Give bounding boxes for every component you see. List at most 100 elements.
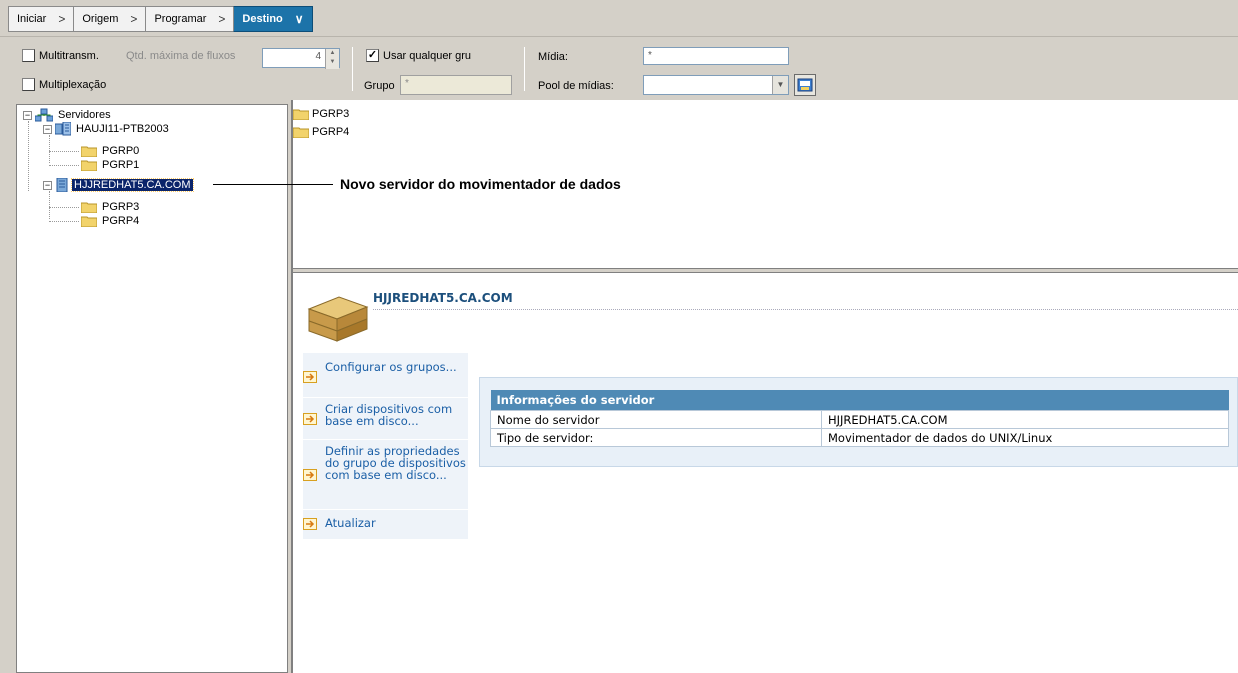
task-refresh[interactable]: Atualizar: [303, 517, 468, 531]
server-title: HJJREDHAT5.CA.COM: [373, 291, 513, 305]
server-info-box: Informações do servidor Nome do servidor…: [479, 377, 1238, 467]
tree-connector: [49, 151, 79, 152]
folder-icon: [81, 146, 97, 157]
any-group-checkbox[interactable]: ✓ Usar qualquer gru: [366, 49, 471, 62]
table-row: Nome do servidor HJJREDHAT5.CA.COM: [490, 410, 1229, 429]
tree-connector: [49, 135, 50, 163]
tree-label: PGRP3: [102, 201, 140, 213]
destination-options: Multitransm. Qtd. máxima de fluxos 4 ▲ ▼ …: [0, 36, 1238, 100]
multitransm-label: Multitransm.: [39, 49, 99, 62]
collapse-icon[interactable]: −: [43, 124, 52, 134]
tree-node-pgrp1[interactable]: PGRP1: [81, 158, 141, 172]
task-separator: [303, 509, 468, 510]
callout-line: [213, 184, 333, 185]
media-input[interactable]: *: [643, 47, 789, 65]
task-label: Configurar os grupos...: [325, 360, 457, 374]
tree-label: HAUJI11-PTB2003: [76, 123, 169, 135]
checkbox-box: ✓: [366, 49, 379, 62]
max-streams-spinner[interactable]: 4 ▲ ▼: [262, 48, 340, 69]
step-iniciar[interactable]: Iniciar >: [8, 6, 74, 32]
media-pool-icon: [797, 78, 813, 92]
task-define-group-properties[interactable]: Definir as propriedades do grupo de disp…: [303, 445, 468, 505]
tree-label: Servidores: [58, 109, 111, 121]
step-label: Iniciar: [17, 13, 47, 25]
tree-label: PGRP4: [102, 215, 140, 227]
group-value: *: [405, 78, 409, 89]
folder-icon: [81, 216, 97, 227]
step-origem[interactable]: Origem >: [73, 6, 146, 32]
info-header: Informações do servidor: [490, 390, 1229, 411]
step-label: Programar: [154, 13, 207, 25]
tree-node-pgrp3[interactable]: PGRP3: [81, 200, 141, 214]
table-row: Tipo de servidor: Movimentador de dados …: [490, 428, 1229, 447]
list-item-label: PGRP3: [312, 108, 350, 120]
arrow-right-icon: [303, 445, 321, 505]
row-label: Nome do servidor: [490, 410, 822, 429]
folder-icon: [293, 127, 309, 138]
title-underline: [373, 309, 1238, 310]
step-destino[interactable]: Destino ∨: [233, 6, 313, 32]
chevron-right-icon: >: [218, 12, 226, 26]
group-field[interactable]: *: [400, 75, 512, 95]
max-streams-value: 4: [315, 51, 321, 62]
chevron-right-icon: >: [130, 12, 138, 26]
server-icon: [56, 178, 68, 192]
tree-connector: [28, 121, 29, 191]
media-pool-browse-button[interactable]: [794, 74, 816, 96]
step-programar[interactable]: Programar >: [145, 6, 234, 32]
checkbox-box: [22, 78, 35, 91]
list-item[interactable]: PGRP4: [293, 125, 349, 139]
tree-node-pgrp4[interactable]: PGRP4: [81, 214, 141, 228]
tree-node-servers[interactable]: − Servidores: [23, 108, 113, 122]
tree-node-pgrp0[interactable]: PGRP0: [81, 144, 141, 158]
task-configure-groups[interactable]: Configurar os grupos...: [303, 361, 468, 393]
arrow-right-icon: [303, 403, 321, 435]
tree-connector: [49, 165, 79, 166]
tree-node-server-hauji[interactable]: − HAUJI11-PTB2003: [43, 122, 171, 136]
backup-manager-window: Iniciar > Origem > Programar > Destino ∨ Mul…: [0, 0, 1238, 673]
media-label: Mídia:: [538, 51, 568, 63]
tree-connector: [49, 207, 79, 208]
multiplex-checkbox[interactable]: Multiplexação: [22, 78, 106, 91]
list-item-label: PGRP4: [312, 126, 350, 138]
tree-label: PGRP0: [102, 145, 140, 157]
row-label: Tipo de servidor:: [490, 428, 822, 447]
server-info-table: Informações do servidor Nome do servidor…: [490, 390, 1229, 447]
list-item[interactable]: PGRP3: [293, 107, 349, 121]
server-group-icon: [55, 122, 71, 136]
tree-label: PGRP1: [102, 159, 140, 171]
folder-icon: [293, 109, 309, 120]
row-value: Movimentador de dados do UNIX/Linux: [821, 428, 1229, 447]
servers-network-icon: [35, 108, 53, 122]
chevron-down-icon[interactable]: ▼: [772, 76, 788, 94]
task-label: Criar dispositivos com base em disco...: [325, 402, 453, 428]
row-value: HJJREDHAT5.CA.COM: [821, 410, 1229, 429]
task-label: Atualizar: [325, 516, 376, 530]
server-detail-pane: HJJREDHAT5.CA.COM Configurar os grupos..…: [293, 273, 1238, 673]
arrow-right-icon: [303, 517, 321, 531]
step-label: Destino: [242, 13, 283, 25]
collapse-icon[interactable]: −: [43, 180, 52, 190]
multiplex-label: Multiplexação: [39, 78, 107, 91]
task-separator: [303, 397, 468, 398]
media-pool-select[interactable]: ▼: [643, 75, 789, 95]
group-label: Grupo: [364, 80, 395, 92]
any-group-label: Usar qualquer gru: [383, 49, 472, 62]
multitransm-checkbox[interactable]: Multitransm.: [22, 49, 99, 62]
tree-node-server-hjjredhat[interactable]: − HJJREDHAT5.CA.COM: [43, 178, 194, 192]
tree-connector: [49, 191, 50, 219]
tree-connector: [49, 221, 79, 222]
collapse-icon[interactable]: −: [23, 110, 32, 120]
max-streams-label: Qtd. máxima de fluxos: [126, 50, 236, 62]
task-create-disk-devices[interactable]: Criar dispositivos com base em disco...: [303, 403, 468, 435]
task-label: Definir as propriedades do grupo de disp…: [325, 444, 466, 482]
chevron-right-icon: >: [58, 12, 66, 26]
separator: [352, 47, 353, 91]
arrow-right-icon: [303, 361, 321, 393]
spinner-arrows-icon[interactable]: ▲ ▼: [325, 49, 339, 69]
step-label: Origem: [82, 13, 119, 25]
folder-icon: [81, 202, 97, 213]
checkbox-box: [22, 49, 35, 62]
tree-label: HJJREDHAT5.CA.COM: [71, 178, 194, 192]
server-tree: − Servidores − HAUJI11-PTB2003 PGRP0 PGR…: [16, 104, 288, 673]
